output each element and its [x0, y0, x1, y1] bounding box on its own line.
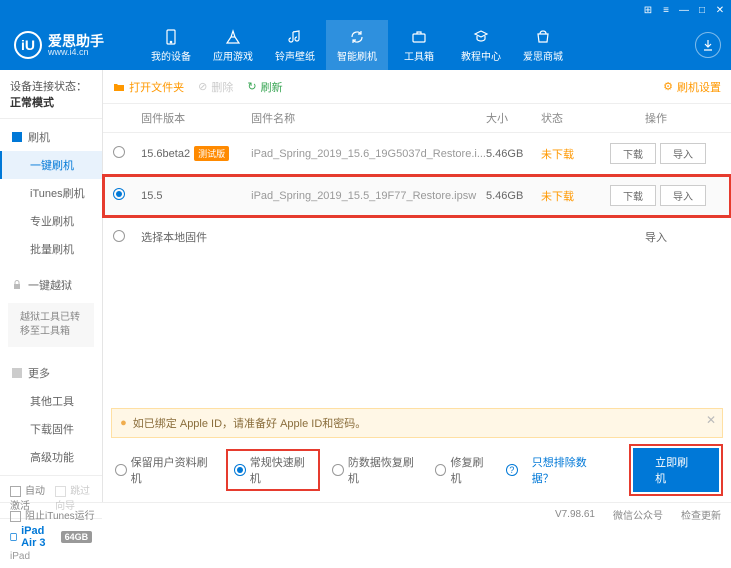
appleid-warning: ● 如已绑定 Apple ID，请准备好 Apple ID和密码。 ✕ — [111, 408, 723, 438]
connection-status: 设备连接状态：正常模式 — [0, 70, 102, 119]
help-icon[interactable]: ? — [506, 464, 518, 476]
import-button[interactable]: 导入 — [660, 143, 706, 164]
nav-flash[interactable]: 智能刷机 — [326, 20, 388, 70]
brand-subtitle: www.i4.cn — [48, 48, 104, 57]
window-titlebar: ⊞ ≡ — □ ✕ — [0, 0, 731, 20]
toolbar: 打开文件夹 ⊘删除 ↻刷新 ⚙刷机设置 — [103, 70, 731, 104]
sidebar-item-itunes[interactable]: iTunes刷机 — [0, 179, 102, 207]
nav-store[interactable]: 爱思商城 — [512, 20, 574, 70]
col-version: 固件版本 — [141, 110, 251, 126]
sidebar-item-pro[interactable]: 专业刷机 — [0, 207, 102, 235]
delete-button[interactable]: ⊘删除 — [198, 79, 233, 95]
sidebar-item-other-tools[interactable]: 其他工具 — [0, 387, 102, 415]
minimize-button[interactable]: — — [675, 3, 693, 17]
download-button[interactable]: 下载 — [610, 143, 656, 164]
sidebar-item-advanced[interactable]: 高级功能 — [0, 443, 102, 471]
firmware-row[interactable]: 15.6beta2测试版 iPad_Spring_2019_15.6_19G50… — [103, 133, 731, 175]
radio-icon — [332, 464, 344, 476]
local-firmware-row[interactable]: 选择本地固件 导入 — [103, 217, 731, 257]
row-radio[interactable] — [113, 146, 125, 158]
lock-icon — [12, 280, 22, 290]
nav-tutorial[interactable]: 教程中心 — [450, 20, 512, 70]
block-itunes-checkbox[interactable]: 阻止iTunes运行 — [10, 507, 95, 522]
download-manager-icon[interactable] — [695, 32, 721, 58]
app-header: iU 爱思助手 www.i4.cn 我的设备 应用游戏 铃声壁纸 智能刷机 工具… — [0, 20, 731, 70]
nav-toolbox[interactable]: 工具箱 — [388, 20, 450, 70]
col-ops: 操作 — [591, 110, 721, 126]
import-button[interactable]: 导入 — [660, 185, 706, 206]
flash-settings-button[interactable]: ⚙刷机设置 — [663, 79, 721, 95]
tablet-icon — [10, 531, 17, 543]
main-content: 打开文件夹 ⊘删除 ↻刷新 ⚙刷机设置 固件版本 固件名称 大小 状态 操作 1… — [103, 70, 731, 502]
col-status: 状态 — [541, 110, 591, 126]
col-size: 大小 — [486, 110, 541, 126]
delete-icon: ⊘ — [198, 80, 207, 93]
opt-normal-flash[interactable]: 常规快速刷机 — [228, 451, 318, 489]
sidebar-item-oneclick[interactable]: 一键刷机 — [0, 151, 102, 179]
nav-device[interactable]: 我的设备 — [140, 20, 202, 70]
radio-icon — [234, 464, 245, 476]
refresh-button[interactable]: ↻刷新 — [247, 79, 282, 95]
beta-tag: 测试版 — [194, 146, 229, 161]
opt-repair[interactable]: 修复刷机 — [435, 454, 492, 486]
sidebar-item-download-firmware[interactable]: 下载固件 — [0, 415, 102, 443]
opt-keep-data[interactable]: 保留用户资料刷机 — [115, 454, 214, 486]
row-radio[interactable] — [113, 188, 125, 200]
logo-icon: iU — [14, 31, 42, 59]
refresh-icon: ↻ — [247, 80, 256, 93]
maximize-button[interactable]: □ — [693, 3, 711, 17]
capacity-badge: 64GB — [61, 531, 93, 543]
logo: iU 爱思助手 www.i4.cn — [0, 31, 140, 59]
radio-icon — [435, 464, 446, 476]
radio-icon — [115, 464, 127, 476]
opt-anti-recovery[interactable]: 防数据恢复刷机 — [332, 454, 421, 486]
titlebar-menu-icon[interactable]: ≡ — [657, 3, 675, 17]
row-radio[interactable] — [113, 230, 125, 242]
sidebar: 设备连接状态：正常模式 刷机 一键刷机 iTunes刷机 专业刷机 批量刷机 一… — [0, 70, 103, 502]
sidebar-section-jailbreak[interactable]: 一键越狱 — [0, 271, 102, 299]
square-icon — [12, 368, 22, 378]
table-header: 固件版本 固件名称 大小 状态 操作 — [103, 104, 731, 133]
check-update-link[interactable]: 检查更新 — [681, 507, 721, 522]
folder-icon — [113, 81, 125, 93]
sidebar-item-batch[interactable]: 批量刷机 — [0, 235, 102, 263]
close-warning-icon[interactable]: ✕ — [706, 413, 716, 427]
close-button[interactable]: ✕ — [711, 3, 729, 17]
titlebar-grid-icon[interactable]: ⊞ — [639, 3, 657, 17]
sidebar-section-flash[interactable]: 刷机 — [0, 123, 102, 151]
gear-icon: ⚙ — [663, 80, 673, 93]
nav-ringtone[interactable]: 铃声壁纸 — [264, 20, 326, 70]
wechat-link[interactable]: 微信公众号 — [613, 507, 663, 522]
sidebar-section-more[interactable]: 更多 — [0, 359, 102, 387]
square-icon — [12, 132, 22, 142]
col-name: 固件名称 — [251, 110, 486, 126]
main-nav: 我的设备 应用游戏 铃声壁纸 智能刷机 工具箱 教程中心 爱思商城 — [140, 20, 574, 70]
flash-options: 保留用户资料刷机 常规快速刷机 防数据恢复刷机 修复刷机 ? 只想排除数据？ 立… — [103, 438, 731, 502]
firmware-row-selected[interactable]: 15.5 iPad_Spring_2019_15.5_19F77_Restore… — [103, 175, 731, 217]
open-folder-button[interactable]: 打开文件夹 — [113, 79, 184, 95]
brand-title: 爱思助手 — [48, 34, 104, 48]
nav-apps[interactable]: 应用游戏 — [202, 20, 264, 70]
import-button[interactable]: 导入 — [645, 232, 667, 244]
download-button[interactable]: 下载 — [610, 185, 656, 206]
flash-now-button[interactable]: 立即刷机 — [633, 448, 719, 492]
status-bar: 阻止iTunes运行 V7.98.61 微信公众号 检查更新 — [0, 502, 731, 526]
jailbreak-note: 越狱工具已转移至工具箱 — [8, 303, 94, 347]
version-label: V7.98.61 — [555, 509, 595, 520]
exclude-data-link[interactable]: 只想排除数据？ — [532, 454, 605, 486]
warning-icon: ● — [120, 417, 127, 429]
